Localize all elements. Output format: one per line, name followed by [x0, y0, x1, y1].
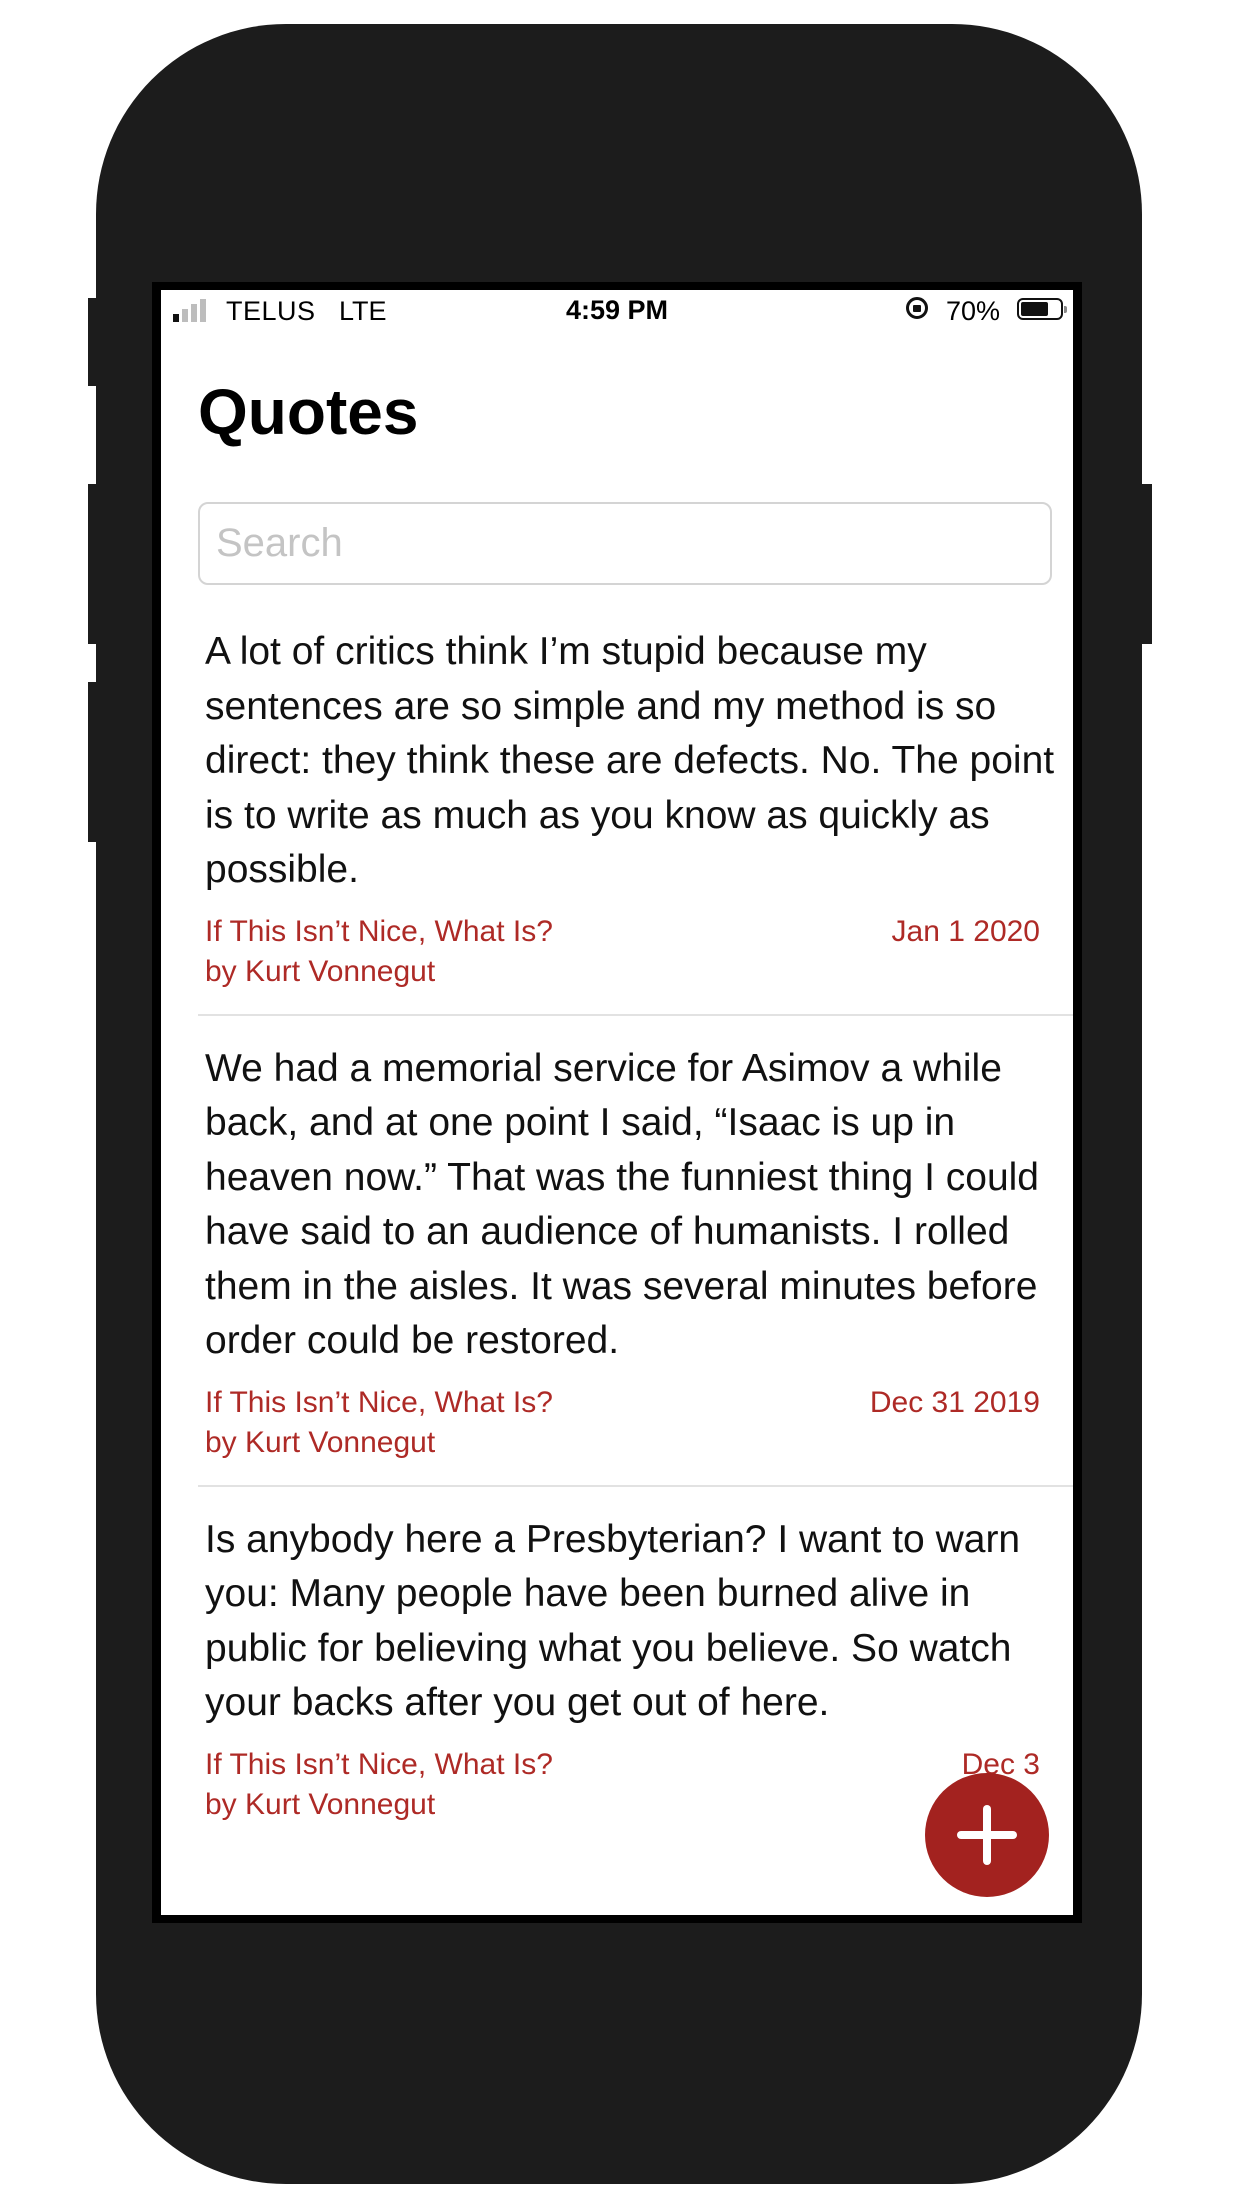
- volume-down-button: [88, 682, 102, 842]
- orientation-lock-icon: [906, 297, 928, 319]
- quote-text: A lot of critics think I’m stupid becaus…: [205, 630, 1055, 891]
- power-button: [1136, 484, 1152, 644]
- add-quote-button[interactable]: [925, 1773, 1049, 1897]
- quote-row[interactable]: We had a memorial service for Asimov a w…: [198, 1016, 1073, 1487]
- page-title: Quotes: [198, 376, 419, 448]
- quote-list: A lot of critics think I’m stupid becaus…: [198, 625, 1073, 1847]
- plus-icon-vertical: [983, 1805, 991, 1865]
- status-time: 4:59 PM: [565, 295, 669, 325]
- quote-text: We had a memorial service for Asimov a w…: [205, 1046, 1039, 1363]
- quote-date: Dec 31 2019: [869, 1385, 1040, 1419]
- search-bar[interactable]: [198, 502, 1052, 585]
- quote-author: by Kurt Vonnegut: [205, 1425, 436, 1459]
- quote-meta: If This Isn’t Nice, What Is? by Kurt Von…: [198, 1383, 1073, 1463]
- battery-icon: [1017, 298, 1067, 320]
- quote-row[interactable]: A lot of critics think I’m stupid becaus…: [198, 625, 1073, 1016]
- search-input[interactable]: [200, 504, 1050, 583]
- volume-up-button: [88, 484, 102, 644]
- battery-fill: [1021, 302, 1048, 316]
- quote-date: Jan 1 2020: [891, 914, 1040, 948]
- quote-meta: If This Isn’t Nice, What Is? by Kurt Von…: [198, 912, 1073, 992]
- quote-text: Is anybody here a Presbyterian? I want t…: [205, 1517, 1021, 1725]
- battery-percent: 70%: [946, 296, 1001, 326]
- quote-author: by Kurt Vonnegut: [205, 954, 436, 988]
- mute-switch: [88, 298, 102, 386]
- status-bar: TELUS LTE 4:59 PM 70%: [161, 290, 1073, 330]
- app-screen: TELUS LTE 4:59 PM 70% Quotes A lot of cr…: [161, 290, 1073, 1915]
- quote-book-title: If This Isn’t Nice, What Is?: [205, 1747, 553, 1781]
